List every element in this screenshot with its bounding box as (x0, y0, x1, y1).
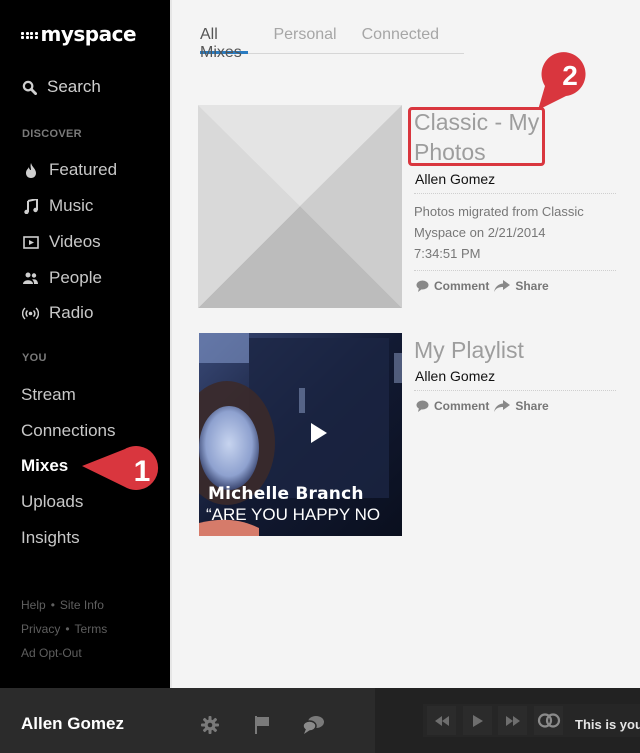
radio-icon (22, 305, 39, 322)
play-icon[interactable] (311, 423, 327, 443)
user-name[interactable]: Allen Gomez (21, 714, 124, 734)
comment-button[interactable]: Comment (434, 399, 489, 413)
share-icon (494, 280, 511, 292)
fast-forward-button[interactable] (498, 706, 527, 735)
callout-1-number: 1 (134, 455, 151, 488)
sidebar-item-stream[interactable]: Stream (21, 385, 76, 405)
footer-links-row-1: Help • Site Info (21, 598, 104, 612)
music-note-icon (22, 198, 39, 215)
mix-actions: Comment Share (416, 279, 549, 293)
mix-thumbnail-placeholder[interactable] (198, 105, 402, 308)
comment-icon (416, 280, 429, 292)
flame-icon (22, 162, 39, 179)
mix-video-thumbnail[interactable]: Michelle Branch “ARE YOU HAPPY NO (199, 333, 402, 536)
mix-description: Photos migrated from Classic Myspace on … (414, 201, 624, 264)
myspace-logo[interactable]: myspace (21, 22, 137, 46)
sidebar-item-label: Music (49, 196, 94, 215)
people-icon (22, 270, 39, 287)
connect-button[interactable] (534, 706, 563, 735)
separator: • (50, 598, 55, 612)
flag-icon[interactable] (254, 716, 270, 734)
sidebar-item-label: Featured (49, 160, 118, 179)
sidebar-item-label: People (49, 268, 102, 287)
play-button[interactable] (463, 706, 492, 735)
sidebar-item-label: Search (47, 77, 101, 96)
discover-section-label: DISCOVER (22, 128, 82, 140)
privacy-link[interactable]: Privacy (21, 622, 60, 636)
sidebar-item-connections[interactable]: Connections (21, 421, 116, 441)
share-button[interactable]: Share (515, 279, 548, 293)
connect-rings-icon (537, 713, 560, 728)
description-line: Myspace on 2/21/2014 (414, 225, 546, 240)
sidebar: myspace Search DISCOVER Featured Music V… (0, 0, 170, 688)
annotation-callout-1: 1 (82, 446, 159, 490)
video-caption-song: “ARE YOU HAPPY NO (206, 505, 381, 524)
sidebar-item-videos[interactable]: Videos (22, 232, 101, 252)
sidebar-item-search[interactable]: Search (22, 77, 101, 97)
footer-links-row-2: Privacy • Terms (21, 622, 107, 636)
sidebar-item-label: Videos (49, 232, 101, 251)
separator: • (65, 622, 70, 636)
sidebar-item-insights[interactable]: Insights (21, 528, 80, 548)
share-icon (494, 400, 511, 412)
site-info-link[interactable]: Site Info (60, 598, 104, 612)
rewind-button[interactable] (427, 706, 456, 735)
mix-actions: Comment Share (416, 399, 549, 413)
bottom-bar: Allen Gomez This is you (0, 688, 640, 753)
gear-icon[interactable] (201, 716, 219, 734)
you-section-label: YOU (22, 352, 47, 364)
chat-bubbles-icon[interactable] (302, 715, 324, 735)
sidebar-item-music[interactable]: Music (22, 196, 93, 216)
callout-2-number: 2 (562, 60, 578, 91)
search-icon (22, 80, 37, 95)
mix-author[interactable]: Allen Gomez (415, 368, 495, 384)
ad-opt-out-link[interactable]: Ad Opt-Out (21, 646, 82, 660)
mixes-tabs: All Mixes Personal Connected (200, 26, 464, 61)
tab-all-mixes[interactable]: All Mixes (200, 26, 249, 61)
logo-text: myspace (40, 22, 137, 46)
description-line: Photos migrated from Classic (414, 204, 584, 219)
now-playing-text[interactable]: This is you (575, 717, 640, 732)
description-line: 7:34:51 PM (414, 246, 481, 261)
mix-author[interactable]: Allen Gomez (415, 171, 495, 187)
sidebar-item-mixes[interactable]: Mixes (21, 456, 68, 476)
annotation-callout-2: 2 (538, 52, 586, 110)
divider (414, 270, 616, 271)
sidebar-item-people[interactable]: People (22, 268, 102, 288)
footer-links-row-3: Ad Opt-Out (21, 646, 82, 660)
mix-title[interactable]: My Playlist (414, 335, 524, 365)
comment-button[interactable]: Comment (434, 279, 489, 293)
annotation-highlight-box (408, 107, 545, 166)
sidebar-item-label: Radio (49, 303, 94, 322)
play-icon (472, 714, 483, 727)
sidebar-item-radio[interactable]: Radio (22, 303, 93, 323)
rewind-icon (434, 715, 449, 726)
sidebar-item-uploads[interactable]: Uploads (21, 492, 83, 512)
tab-personal[interactable]: Personal (273, 26, 336, 54)
comment-icon (416, 400, 429, 412)
myspace-page: myspace Search DISCOVER Featured Music V… (0, 0, 640, 753)
video-icon (22, 234, 39, 251)
help-link[interactable]: Help (21, 598, 46, 612)
divider (414, 390, 616, 391)
sidebar-item-featured[interactable]: Featured (22, 160, 117, 180)
tab-connected[interactable]: Connected (362, 26, 439, 54)
video-caption-artist: Michelle Branch (208, 484, 364, 504)
divider (414, 193, 616, 194)
share-button[interactable]: Share (515, 399, 548, 413)
logo-dots-icon (21, 31, 38, 40)
placeholder-image-icon (198, 105, 402, 308)
fast-forward-icon (505, 715, 520, 726)
terms-link[interactable]: Terms (75, 622, 108, 636)
